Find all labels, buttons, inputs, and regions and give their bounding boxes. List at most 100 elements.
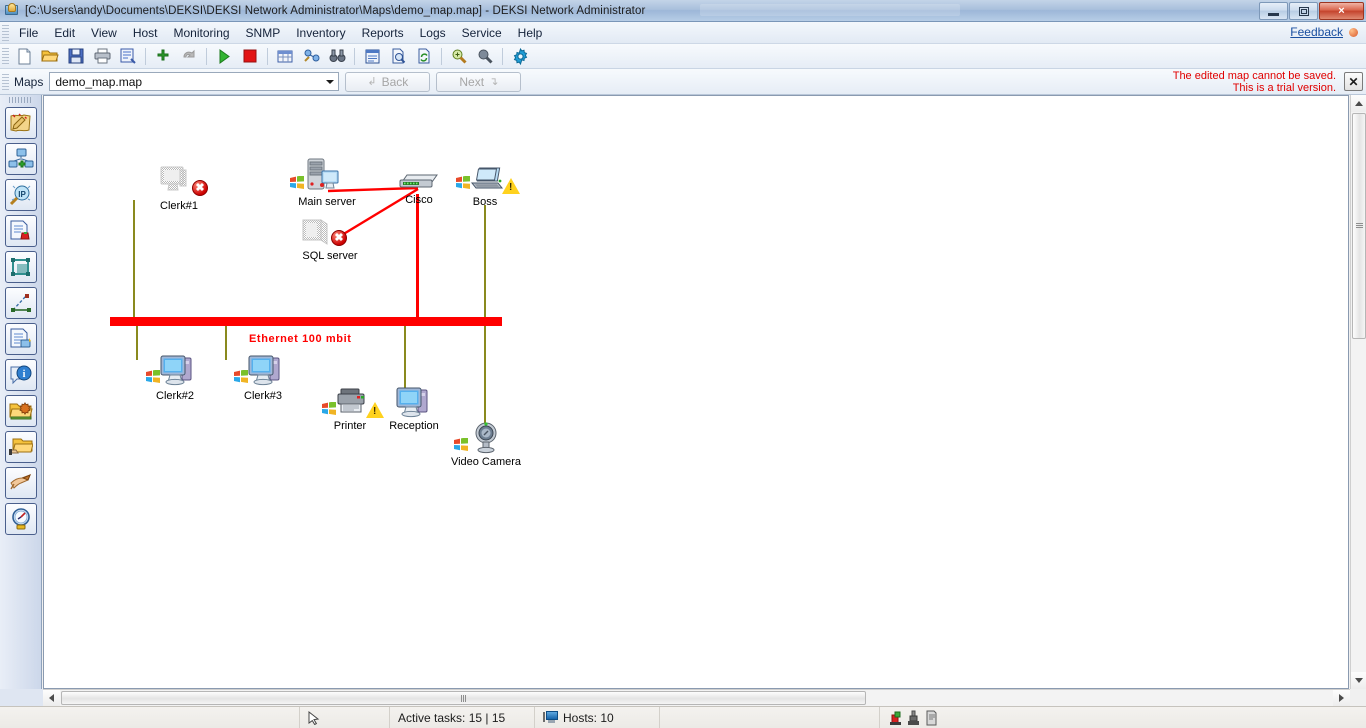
new-map-icon[interactable] (12, 45, 36, 67)
horizontal-scroll-thumb[interactable] (61, 691, 866, 705)
sidebar-item-alerts[interactable] (4, 215, 37, 247)
scroll-down-button[interactable] (1351, 672, 1366, 689)
add-plus-icon[interactable] (151, 45, 175, 67)
link-clerk2-bus (136, 322, 138, 360)
sidebar-item-select-region[interactable] (4, 251, 37, 283)
menu-item-inventory[interactable]: Inventory (288, 23, 353, 43)
next-button-label: Next (459, 74, 485, 89)
main-toolbar (0, 44, 1366, 69)
node-video-camera[interactable]: Video Camera (448, 420, 524, 468)
scroll-up-button[interactable] (1351, 95, 1366, 112)
node-label: Main server (298, 196, 356, 208)
node-label: Boss (472, 196, 498, 208)
ethernet-bus-segment[interactable] (110, 317, 502, 326)
node-clerk3[interactable]: Clerk#3 (232, 354, 294, 402)
feedback-link[interactable]: Feedback (1290, 25, 1343, 39)
menu-grip-handle[interactable] (2, 24, 9, 41)
menu-item-help[interactable]: Help (510, 23, 551, 43)
tools-sidebar: IP i (0, 95, 42, 689)
save-disk-icon[interactable] (64, 45, 88, 67)
toolbar-grip-handle[interactable] (2, 48, 9, 64)
menu-item-monitoring[interactable]: Monitoring (166, 23, 238, 43)
menu-item-file[interactable]: File (11, 23, 46, 43)
stop-square-icon[interactable] (238, 45, 262, 67)
vertical-scroll-thumb[interactable] (1352, 113, 1366, 339)
print-icon[interactable] (90, 45, 114, 67)
chevron-down-icon[interactable] (321, 73, 338, 90)
scroll-left-button[interactable] (43, 690, 60, 706)
report-page-icon[interactable] (924, 710, 939, 726)
hosts-monitor-icon (543, 711, 558, 724)
siren-tower-icon[interactable] (906, 710, 921, 726)
back-arrow-icon: ↲ (367, 76, 377, 88)
node-sql-server[interactable]: ✖ SQL server (294, 218, 366, 262)
minimize-button[interactable] (1259, 2, 1288, 20)
sidebar-item-open-settings[interactable] (4, 395, 37, 427)
trial-warning-line1: The edited map cannot be saved. (1172, 70, 1336, 82)
alarm-beacon-icon[interactable] (888, 710, 903, 726)
menu-item-edit[interactable]: Edit (46, 23, 83, 43)
next-button[interactable]: Next ↴ (436, 71, 522, 92)
desktop-pc-icon (396, 387, 428, 418)
node-printer[interactable]: Printer (322, 386, 384, 432)
toolbar-separator (267, 47, 268, 65)
trial-message-close-button[interactable]: ✕ (1344, 72, 1363, 91)
canvas-vertical-scrollbar[interactable] (1350, 95, 1366, 689)
zoom-in-icon[interactable] (447, 45, 471, 67)
database-offline-icon (302, 219, 328, 245)
ip-magnifier-icon: IP (9, 185, 30, 206)
menu-item-view[interactable]: View (83, 23, 125, 43)
node-cisco[interactable]: Cisco (396, 168, 442, 206)
trial-warning-message: The edited map cannot be saved. This is … (1173, 70, 1336, 94)
sidebar-item-ip-scan[interactable]: IP (4, 179, 37, 211)
node-clerk2[interactable]: Clerk#2 (144, 354, 206, 402)
sidebar-grip-handle[interactable] (8, 97, 33, 103)
document-refresh-icon[interactable] (412, 45, 436, 67)
zoom-out-icon[interactable] (473, 45, 497, 67)
node-main-server[interactable]: Main server (290, 158, 364, 208)
mapsbar-grip-handle[interactable] (2, 73, 9, 90)
node-label: Video Camera (450, 456, 522, 468)
map-select-combobox[interactable]: demo_map.map (49, 72, 340, 91)
canvas-horizontal-scrollbar[interactable] (43, 689, 1350, 706)
svg-text:IP: IP (18, 190, 26, 199)
sidebar-item-open-folder[interactable] (4, 431, 37, 463)
sidebar-item-edit-map[interactable] (4, 107, 37, 139)
sidebar-item-monitor-gauge[interactable] (4, 503, 37, 535)
sidebar-item-add-host[interactable] (4, 143, 37, 175)
node-reception[interactable]: Reception (382, 386, 446, 432)
sidebar-item-info[interactable]: i (4, 359, 37, 391)
document-list-icon[interactable] (360, 45, 384, 67)
node-label: Reception (389, 420, 439, 432)
undo-arrow-icon[interactable] (177, 45, 201, 67)
sidebar-item-host-properties[interactable] (4, 323, 37, 355)
print-preview-icon[interactable] (116, 45, 140, 67)
back-button[interactable]: ↲ Back (345, 71, 431, 92)
sidebar-item-pointer-tool[interactable] (4, 467, 37, 499)
network-map-canvas[interactable]: Ethernet 100 mbit ✖ Clerk#1 Main server … (43, 95, 1349, 689)
printer-icon (337, 388, 365, 413)
start-play-icon[interactable] (212, 45, 236, 67)
node-boss[interactable]: Boss (456, 166, 520, 208)
menu-item-reports[interactable]: Reports (354, 23, 412, 43)
menu-item-logs[interactable]: Logs (412, 23, 454, 43)
status-cell-left (0, 707, 300, 728)
desktop-pc-icon (160, 355, 192, 386)
document-search-icon[interactable] (386, 45, 410, 67)
open-folder-icon[interactable] (38, 45, 62, 67)
node-clerk1[interactable]: ✖ Clerk#1 (152, 164, 208, 212)
scroll-right-button[interactable] (1333, 690, 1350, 706)
restore-button[interactable] (1289, 2, 1318, 20)
settings-gear-icon[interactable] (508, 45, 532, 67)
link-cisco-bus (416, 194, 419, 322)
menu-item-host[interactable]: Host (125, 23, 166, 43)
close-button[interactable]: × (1319, 2, 1364, 20)
menu-item-snmp[interactable]: SNMP (238, 23, 289, 43)
binoculars-find-icon[interactable] (325, 45, 349, 67)
map-select-value: demo_map.map (55, 74, 143, 89)
network-scan-icon[interactable] (299, 45, 323, 67)
menu-item-service[interactable]: Service (454, 23, 510, 43)
toolbar-separator (145, 47, 146, 65)
table-report-icon[interactable] (273, 45, 297, 67)
sidebar-item-draw-link[interactable] (4, 287, 37, 319)
